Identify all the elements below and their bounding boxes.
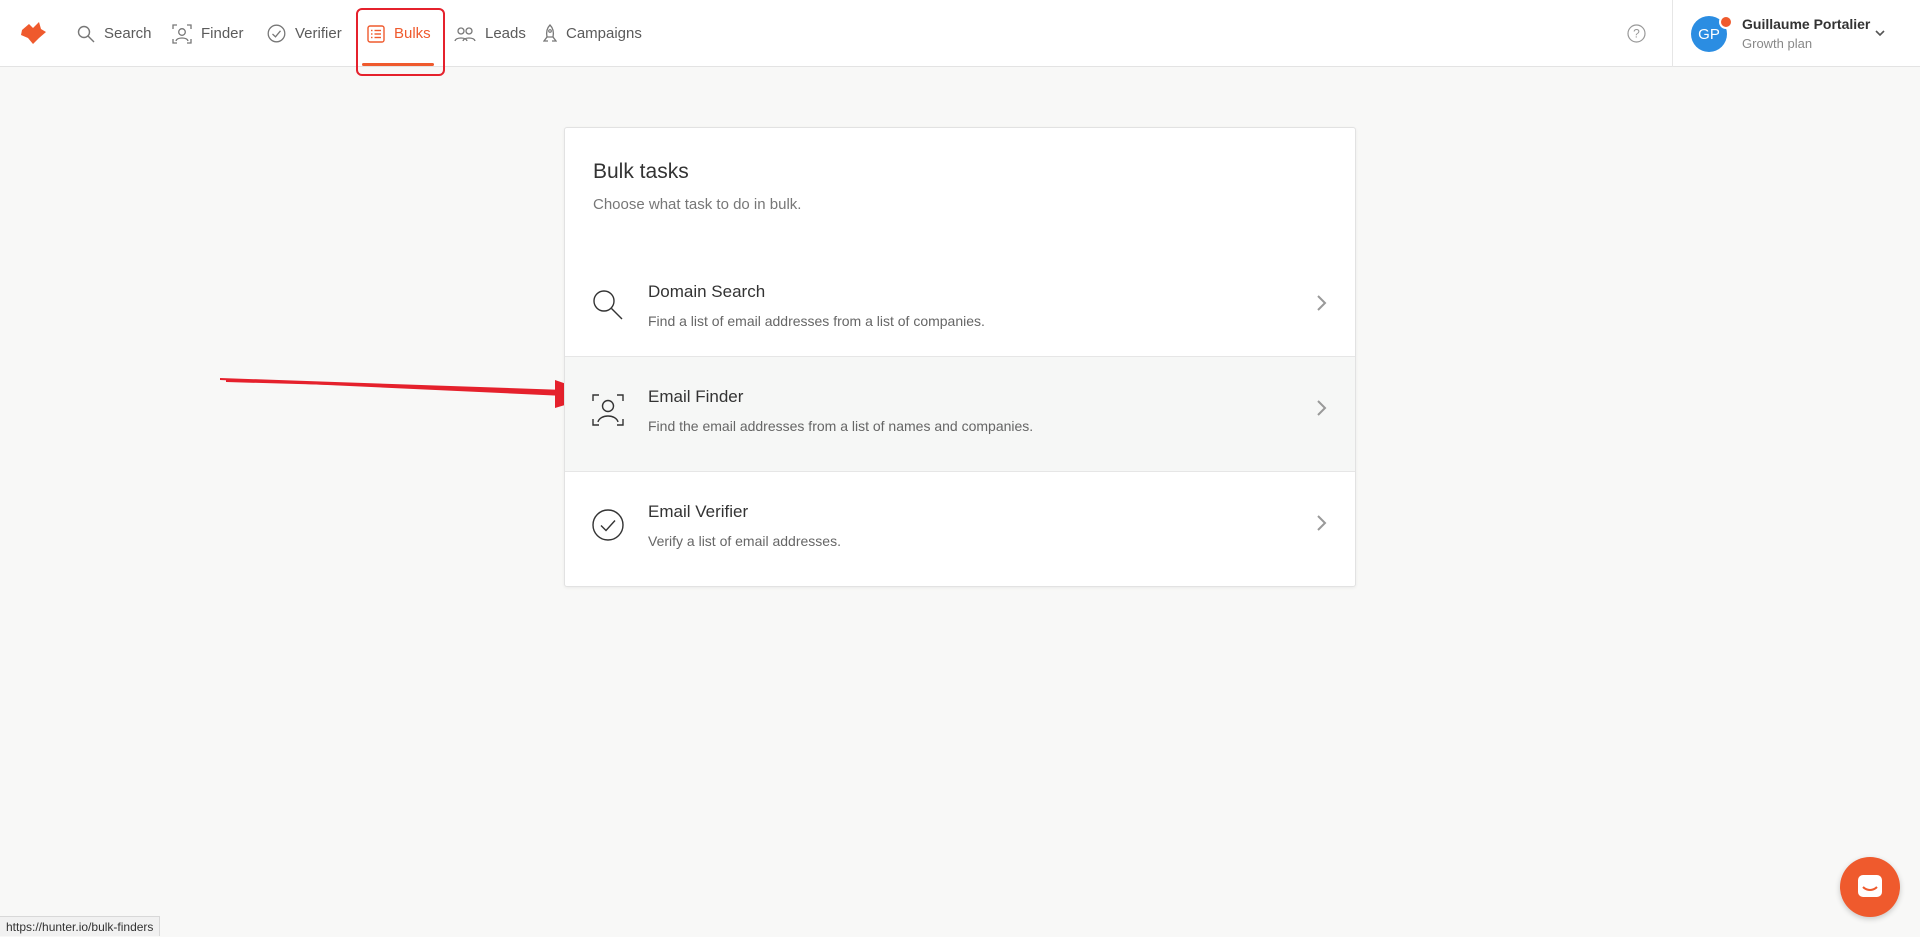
finder-icon — [592, 394, 624, 426]
bulk-tasks-card: Bulk tasks Choose what task to do in bul… — [564, 127, 1356, 587]
chat-launcher-button[interactable] — [1840, 857, 1900, 917]
verifier-icon — [592, 509, 624, 541]
finder-icon — [172, 23, 192, 44]
task-title: Email Finder — [648, 387, 744, 406]
search-icon — [593, 290, 623, 320]
nav-verifier-label: Verifier — [295, 25, 342, 42]
nav-leads[interactable]: Leads — [454, 0, 526, 67]
task-email-finder[interactable]: Email Finder Find the email addresses fr… — [565, 356, 1355, 472]
campaigns-icon — [543, 23, 557, 42]
nav-search-label: Search — [104, 25, 152, 42]
task-description: Find a list of email addresses from a li… — [648, 313, 985, 329]
leads-icon — [454, 26, 476, 41]
nav-verifier[interactable]: Verifier — [267, 0, 342, 67]
nav-campaigns[interactable]: Campaigns — [543, 0, 642, 67]
task-description: Find the email addresses from a list of … — [648, 418, 1034, 434]
task-title: Email Verifier — [648, 502, 749, 521]
user-plan: Growth plan — [1742, 36, 1813, 51]
nav-campaigns-label: Campaigns — [566, 25, 642, 42]
search-icon — [77, 25, 95, 42]
annotation-highlight-box — [356, 8, 445, 76]
page-title: Bulk tasks — [593, 160, 689, 183]
task-domain-search[interactable]: Domain Search Find a list of email addre… — [565, 252, 1355, 368]
task-title: Domain Search — [648, 282, 766, 301]
nav-leads-label: Leads — [485, 25, 526, 42]
chevron-down-icon[interactable] — [1874, 28, 1886, 38]
chevron-right-icon — [1317, 515, 1327, 531]
avatar-initials: GP — [1698, 25, 1720, 43]
chevron-right-icon — [1317, 400, 1327, 416]
help-icon[interactable]: ? — [1627, 24, 1646, 43]
status-bar-url: https://hunter.io/bulk-finders — [0, 916, 161, 936]
chat-icon — [1858, 875, 1882, 897]
nav-finder[interactable]: Finder — [172, 0, 244, 67]
hunter-logo[interactable] — [19, 20, 47, 46]
nav-search[interactable]: Search — [77, 0, 152, 67]
notification-dot — [1719, 15, 1733, 29]
svg-text:?: ? — [1633, 27, 1640, 41]
annotation-arrow — [220, 378, 598, 408]
page-subtitle: Choose what task to do in bulk. — [593, 196, 802, 213]
chevron-right-icon — [1317, 295, 1327, 311]
top-navigation: Search Finder Verifier Bulks Leads Campa… — [0, 0, 1920, 76]
user-name[interactable]: Guillaume Portalier — [1742, 16, 1870, 32]
nav-divider — [1672, 0, 1673, 67]
verifier-icon — [267, 24, 286, 43]
nav-finder-label: Finder — [201, 25, 244, 42]
task-email-verifier[interactable]: Email Verifier Verify a list of email ad… — [565, 472, 1355, 588]
task-description: Verify a list of email addresses. — [648, 533, 841, 549]
